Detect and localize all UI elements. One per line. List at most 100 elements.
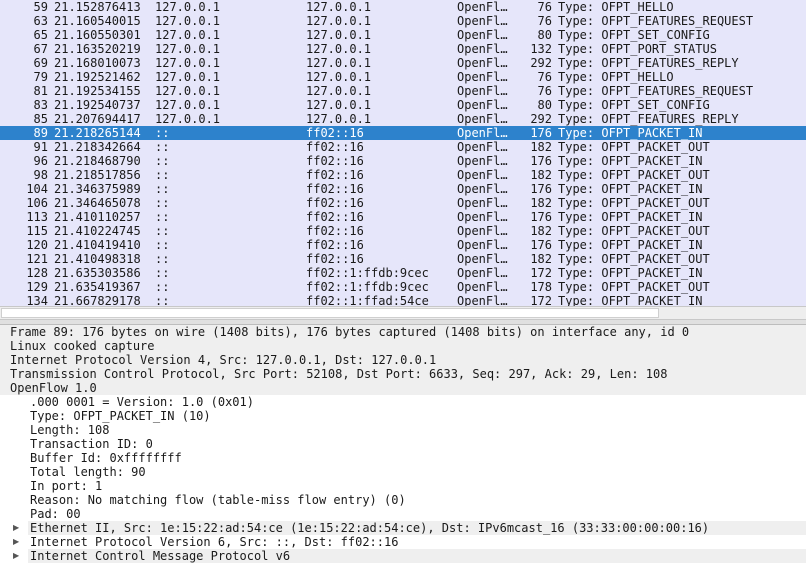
packet-details-pane[interactable]: Frame 89: 176 bytes on wire (1408 bits),…	[0, 325, 806, 566]
packet-number: 106	[26, 196, 48, 210]
packet-list[interactable]: 59 21.152876413 127.0.0.1 127.0.0.1 OpenFl… 7…	[0, 0, 806, 306]
packet-row[interactable]: 59 21.152876413 127.0.0.1 127.0.0.1 OpenFl… 7…	[0, 0, 806, 14]
packet-number: 89	[33, 126, 48, 140]
tree-openflow-field[interactable]: Pad: 00	[0, 507, 806, 521]
packet-protocol: OpenFl…	[457, 294, 508, 306]
packet-destination: ff02::1:ffdb:9cec	[306, 266, 429, 280]
packet-number: 129	[26, 280, 48, 294]
packet-destination: ff02::16	[306, 126, 364, 140]
packet-info: Type: OFPT_PACKET_IN	[558, 210, 703, 224]
packet-time: 21.192540737	[54, 98, 141, 112]
packet-time: 21.410110257	[54, 210, 141, 224]
packet-source: ::	[155, 224, 170, 238]
packet-protocol: OpenFl…	[457, 182, 508, 196]
tree-openflow-field[interactable]: .000 0001 = Version: 1.0 (0x01)	[0, 395, 806, 409]
packet-destination: ff02::16	[306, 140, 364, 154]
tree-openflow-field[interactable]: In port: 1	[0, 479, 806, 493]
tree-field-label: In port: 1	[30, 479, 103, 493]
packet-row[interactable]: 67 21.163520219 127.0.0.1 127.0.0.1 OpenFl… 1…	[0, 42, 806, 56]
packet-protocol: OpenFl…	[457, 112, 508, 126]
packet-source: ::	[155, 252, 170, 266]
horizontal-scrollbar[interactable]	[0, 306, 806, 320]
packet-row[interactable]: 98 21.218517856:: ff02::16 OpenFl… 182 Type: …	[0, 168, 806, 182]
packet-time: 21.163520219	[54, 42, 141, 56]
tree-openflow-field[interactable]: Buffer Id: 0xffffffff	[0, 451, 806, 465]
packet-destination: ff02::16	[306, 238, 364, 252]
scrollbar-thumb[interactable]	[1, 308, 659, 318]
tree-icmpv6-label: Internet Control Message Protocol v6	[30, 549, 291, 563]
packet-protocol: OpenFl…	[457, 98, 508, 112]
packet-time: 21.218265144	[54, 126, 141, 140]
packet-info: Type: OFPT_HELLO	[558, 70, 674, 84]
tree-linux-cooked-capture[interactable]: Linux cooked capture	[0, 339, 806, 353]
packet-row[interactable]: 96 21.218468790:: ff02::16 OpenFl… 176 Type: …	[0, 154, 806, 168]
expand-arrow-icon[interactable]: ▶	[13, 549, 23, 563]
tree-openflow[interactable]: OpenFlow 1.0	[0, 381, 806, 395]
packet-row[interactable]: 79 21.192521462 127.0.0.1 127.0.0.1 OpenFl… 7…	[0, 70, 806, 84]
packet-length: 176	[530, 238, 552, 252]
packet-row[interactable]: 121 21.410498318:: ff02::16 OpenFl… 182 Type:…	[0, 252, 806, 266]
packet-number: 115	[26, 224, 48, 238]
packet-row[interactable]: 113 21.410110257:: ff02::16 OpenFl… 176 Type:…	[0, 210, 806, 224]
expand-arrow-icon[interactable]: ▶	[13, 521, 23, 535]
tree-openflow-field[interactable]: Reason: No matching flow (table-miss flo…	[0, 493, 806, 507]
packet-row[interactable]: 120 21.410419410:: ff02::16 OpenFl… 176 Type:…	[0, 238, 806, 252]
packet-number: 79	[33, 70, 48, 84]
packet-row[interactable]: 83 21.192540737 127.0.0.1 127.0.0.1 OpenFl… 8…	[0, 98, 806, 112]
packet-row[interactable]: 134 21.667829178:: ff02::1:ffad:54ce OpenFl…	[0, 294, 806, 306]
tree-tcp[interactable]: Transmission Control Protocol, Src Port:…	[0, 367, 806, 381]
packet-destination: 127.0.0.1	[306, 112, 372, 126]
packet-row[interactable]: 65 21.160550301 127.0.0.1 127.0.0.1 OpenFl… 8…	[0, 28, 806, 42]
tree-openflow-field[interactable]: Transaction ID: 0	[0, 437, 806, 451]
tree-icmpv6[interactable]: ▶ Internet Control Message Protocol v6	[0, 549, 806, 563]
packet-source: ::	[155, 196, 170, 210]
packet-row[interactable]: 63 21.160540015 127.0.0.1 127.0.0.1 OpenFl… 7…	[0, 14, 806, 28]
packet-number: 98	[33, 168, 48, 182]
tree-frame[interactable]: Frame 89: 176 bytes on wire (1408 bits),…	[0, 325, 806, 339]
packet-source: 127.0.0.1	[155, 14, 221, 28]
packet-info: Type: OFPT_PACKET_IN	[558, 294, 703, 306]
packet-row[interactable]: 115 21.410224745:: ff02::16 OpenFl… 182 Type:…	[0, 224, 806, 238]
tree-openflow-field[interactable]: Total length: 90	[0, 465, 806, 479]
tree-field-label: Reason: No matching flow (table-miss flo…	[30, 493, 406, 507]
packet-row[interactable]: 106 21.346465078:: ff02::16 OpenFl… 182 Type:…	[0, 196, 806, 210]
packet-source: 127.0.0.1	[155, 28, 221, 42]
packet-info: Type: OFPT_FEATURES_REPLY	[558, 56, 739, 70]
packet-number: 67	[33, 42, 48, 56]
packet-source: ::	[155, 280, 170, 294]
packet-row[interactable]: 91 21.218342664:: ff02::16 OpenFl… 182 Type: …	[0, 140, 806, 154]
packet-time: 21.410419410	[54, 238, 141, 252]
packet-info: Type: OFPT_HELLO	[558, 0, 674, 14]
packet-destination: 127.0.0.1	[306, 84, 372, 98]
packet-number: 91	[33, 140, 48, 154]
tree-openflow-field[interactable]: Length: 108	[0, 423, 806, 437]
packet-length: 76	[537, 84, 552, 98]
packet-row[interactable]: 81 21.192534155 127.0.0.1 127.0.0.1 OpenFl… 7…	[0, 84, 806, 98]
packet-source: ::	[155, 154, 170, 168]
tree-ipv6-label: Internet Protocol Version 6, Src: ::, Ds…	[30, 535, 399, 549]
tree-ipv6[interactable]: ▶ Internet Protocol Version 6, Src: ::, …	[0, 535, 806, 549]
packet-number: 63	[33, 14, 48, 28]
packet-row-selected[interactable]: 89 21.218265144:: ff02::16 OpenFl… 176 Type: …	[0, 126, 806, 140]
packet-info: Type: OFPT_SET_CONFIG	[558, 28, 710, 42]
packet-time: 21.192534155	[54, 84, 141, 98]
packet-protocol: OpenFl…	[457, 126, 508, 140]
packet-row[interactable]: 69 21.168010073 127.0.0.1 127.0.0.1 OpenFl… 2…	[0, 56, 806, 70]
packet-info: Type: OFPT_PACKET_OUT	[558, 168, 710, 182]
packet-info: Type: OFPT_PORT_STATUS	[558, 42, 717, 56]
packet-row[interactable]: 85 21.207694417 127.0.0.1 127.0.0.1 OpenFl… 2…	[0, 112, 806, 126]
tree-ethernet[interactable]: ▶ Ethernet II, Src: 1e:15:22:ad:54:ce (1…	[0, 521, 806, 535]
packet-protocol: OpenFl…	[457, 140, 508, 154]
packet-row[interactable]: 128 21.635303586:: ff02::1:ffdb:9cec OpenFl…	[0, 266, 806, 280]
packet-source: 127.0.0.1	[155, 84, 221, 98]
packet-row[interactable]: 104 21.346375989:: ff02::16 OpenFl… 176 Type:…	[0, 182, 806, 196]
packet-source: 127.0.0.1	[155, 98, 221, 112]
tree-openflow-field[interactable]: Type: OFPT_PACKET_IN (10)	[0, 409, 806, 423]
expand-arrow-icon[interactable]: ▶	[13, 535, 23, 549]
packet-number: 96	[33, 154, 48, 168]
packet-row[interactable]: 129 21.635419367:: ff02::1:ffdb:9cec OpenFl…	[0, 280, 806, 294]
packet-info: Type: OFPT_PACKET_IN	[558, 266, 703, 280]
packet-source: ::	[155, 210, 170, 224]
packet-time: 21.410498318	[54, 252, 141, 266]
tree-ipv4[interactable]: Internet Protocol Version 4, Src: 127.0.…	[0, 353, 806, 367]
